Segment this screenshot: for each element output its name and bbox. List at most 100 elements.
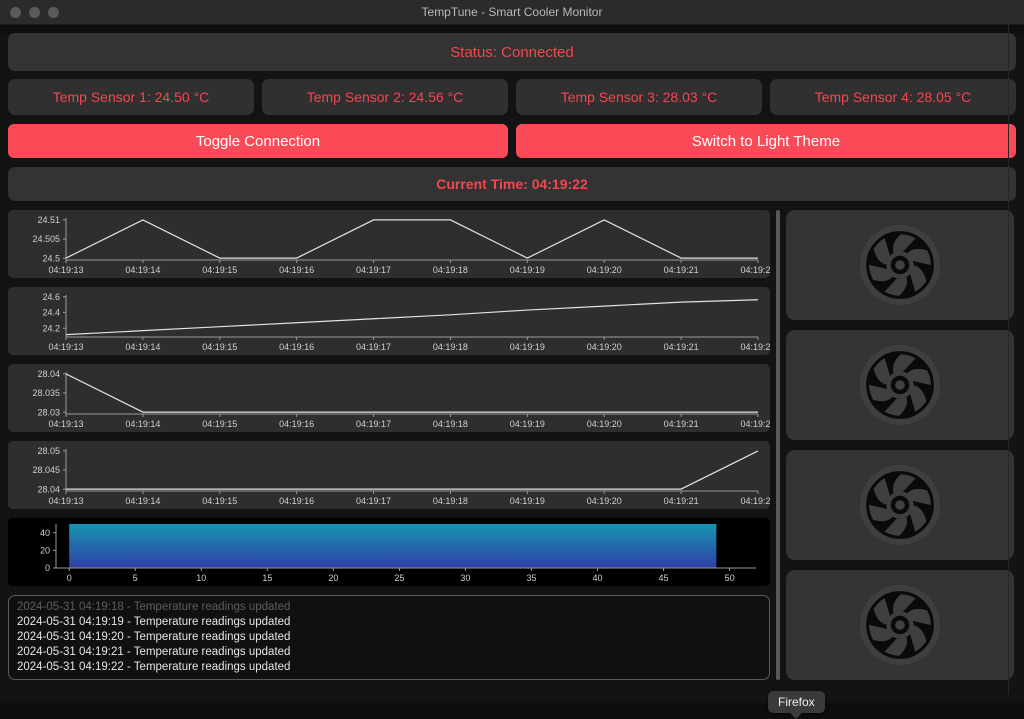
fan-card-3[interactable] [786,450,1014,560]
svg-text:45: 45 [659,573,669,583]
log-line: 2024-05-31 04:19:20 - Temperature readin… [17,631,291,643]
svg-text:24.6: 24.6 [42,292,60,302]
svg-text:0: 0 [67,573,72,583]
svg-text:04:19:18: 04:19:18 [433,496,468,506]
svg-text:04:19:17: 04:19:17 [356,265,391,275]
close-icon[interactable] [10,6,21,18]
chart-sensor-4[interactable]: 28.04 28.045 28.05 04:19:13 04:19:14 04:19:15… [8,441,770,509]
svg-text:04:19:14: 04:19:14 [125,419,160,429]
svg-text:28.035: 28.035 [32,388,60,398]
svg-text:04:19:16: 04:19:16 [279,419,314,429]
svg-text:24.51: 24.51 [37,215,60,225]
svg-text:04:19:13: 04:19:13 [48,419,83,429]
tooltip: Firefox [768,691,825,719]
svg-text:28.05: 28.05 [37,446,60,456]
svg-text:28.03: 28.03 [37,407,60,417]
fans-column [786,210,1014,680]
svg-text:35: 35 [526,573,536,583]
svg-text:28.045: 28.045 [32,465,60,475]
svg-text:0: 0 [45,563,50,573]
svg-text:04:19:16: 04:19:16 [279,265,314,275]
chart-svg: 0 20 40 0 5 10 15 20 25 30 35 40 45 50 [40,524,756,583]
sensor-card-2: Temp Sensor 2: 24.56 °C [262,79,508,115]
chart-area-fill [69,524,717,568]
svg-text:24.4: 24.4 [42,308,60,318]
svg-text:04:19:19: 04:19:19 [510,265,545,275]
svg-text:28.04: 28.04 [37,369,60,379]
svg-text:04:19:20: 04:19:20 [587,496,622,506]
svg-text:04:19:22: 04:19:22 [740,265,770,275]
svg-text:15: 15 [262,573,272,583]
sensor-readout-row: Temp Sensor 1: 24.50 °C Temp Sensor 2: 2… [8,79,1016,115]
chart-sensor-3[interactable]: 28.03 28.035 28.04 04:19:13 04:19:14 04:19:15… [8,364,770,432]
chart-sensor-1[interactable]: 24.5 24.505 24.51 04:19:13 04:19:14 04:19:15 0… [8,210,770,278]
fan-icon [859,464,941,546]
svg-text:04:19:19: 04:19:19 [510,419,545,429]
svg-text:04:19:14: 04:19:14 [125,265,160,275]
log-line: 2024-05-31 04:19:22 - Temperature readin… [17,661,291,673]
splitter-grip[interactable] [776,210,780,680]
svg-text:04:19:22: 04:19:22 [740,342,770,352]
chart-series-line [65,299,759,336]
switch-theme-button[interactable]: Switch to Light Theme [516,124,1016,158]
svg-text:04:19:16: 04:19:16 [279,342,314,352]
svg-text:04:19:21: 04:19:21 [664,419,699,429]
toggle-connection-button[interactable]: Toggle Connection [8,124,508,158]
svg-text:04:19:20: 04:19:20 [587,342,622,352]
fan-icon [859,344,941,426]
sensor-card-1: Temp Sensor 1: 24.50 °C [8,79,254,115]
window-titlebar: TempTune - Smart Cooler Monitor [0,0,1024,25]
current-time-display: Current Time: 04:19:22 [8,167,1016,201]
svg-text:04:19:18: 04:19:18 [433,342,468,352]
svg-text:40: 40 [40,528,50,538]
svg-text:04:19:17: 04:19:17 [356,342,391,352]
svg-text:04:19:13: 04:19:13 [48,342,83,352]
svg-text:04:19:13: 04:19:13 [48,265,83,275]
panel-splitter[interactable] [770,210,786,680]
svg-text:04:19:21: 04:19:21 [664,342,699,352]
svg-text:04:19:22: 04:19:22 [740,419,770,429]
sensor-card-3: Temp Sensor 3: 28.03 °C [516,79,762,115]
svg-text:04:19:21: 04:19:21 [664,496,699,506]
maximize-icon[interactable] [48,6,59,18]
svg-text:25: 25 [394,573,404,583]
chart-sensor-2[interactable]: 24.2 24.4 24.6 04:19:13 04:19:14 04:19:15 04:1… [8,287,770,355]
window-controls [0,6,59,18]
fan-card-4[interactable] [786,570,1014,680]
svg-text:04:19:14: 04:19:14 [125,496,160,506]
chart-svg: 28.04 28.045 28.05 04:19:13 04:19:14 04:19:15… [32,446,770,506]
status-badge: Status: Connected [8,33,1016,71]
action-button-row: Toggle Connection Switch to Light Theme [8,124,1016,158]
fan-card-1[interactable] [786,210,1014,320]
sensor-card-4: Temp Sensor 4: 28.05 °C [770,79,1016,115]
svg-text:04:19:15: 04:19:15 [202,496,237,506]
log-line: 2024-05-31 04:19:19 - Temperature readin… [17,616,291,628]
svg-text:20: 20 [40,546,50,556]
svg-text:04:19:15: 04:19:15 [202,265,237,275]
svg-text:24.2: 24.2 [42,323,60,333]
fan-icon [859,584,941,666]
svg-text:24.5: 24.5 [42,253,60,263]
chart-svg: 24.2 24.4 24.6 04:19:13 04:19:14 04:19:15 04:1… [42,292,770,352]
log-line: 2024-05-31 04:19:18 - Temperature readin… [17,601,291,613]
fan-card-2[interactable] [786,330,1014,440]
svg-text:04:19:19: 04:19:19 [510,496,545,506]
svg-text:04:19:21: 04:19:21 [664,265,699,275]
minimize-icon[interactable] [29,6,40,18]
chart-cooler-load[interactable]: 0 20 40 0 5 10 15 20 25 30 35 40 45 50 [8,518,770,586]
window-title: TempTune - Smart Cooler Monitor [421,5,603,19]
svg-text:04:19:19: 04:19:19 [510,342,545,352]
svg-text:04:19:18: 04:19:18 [433,419,468,429]
svg-text:04:19:15: 04:19:15 [202,342,237,352]
svg-text:28.04: 28.04 [37,484,60,494]
svg-text:04:19:20: 04:19:20 [587,419,622,429]
chart-series-line [65,373,758,413]
svg-text:04:19:14: 04:19:14 [125,342,160,352]
svg-text:40: 40 [593,573,603,583]
event-log[interactable]: 2024-05-31 04:19:18 - Temperature readin… [8,595,770,680]
fan-icon [859,224,941,306]
svg-text:5: 5 [133,573,138,583]
charts-column: 24.5 24.505 24.51 04:19:13 04:19:14 04:19:15 0… [8,210,770,680]
svg-text:04:19:17: 04:19:17 [356,496,391,506]
svg-text:50: 50 [725,573,735,583]
